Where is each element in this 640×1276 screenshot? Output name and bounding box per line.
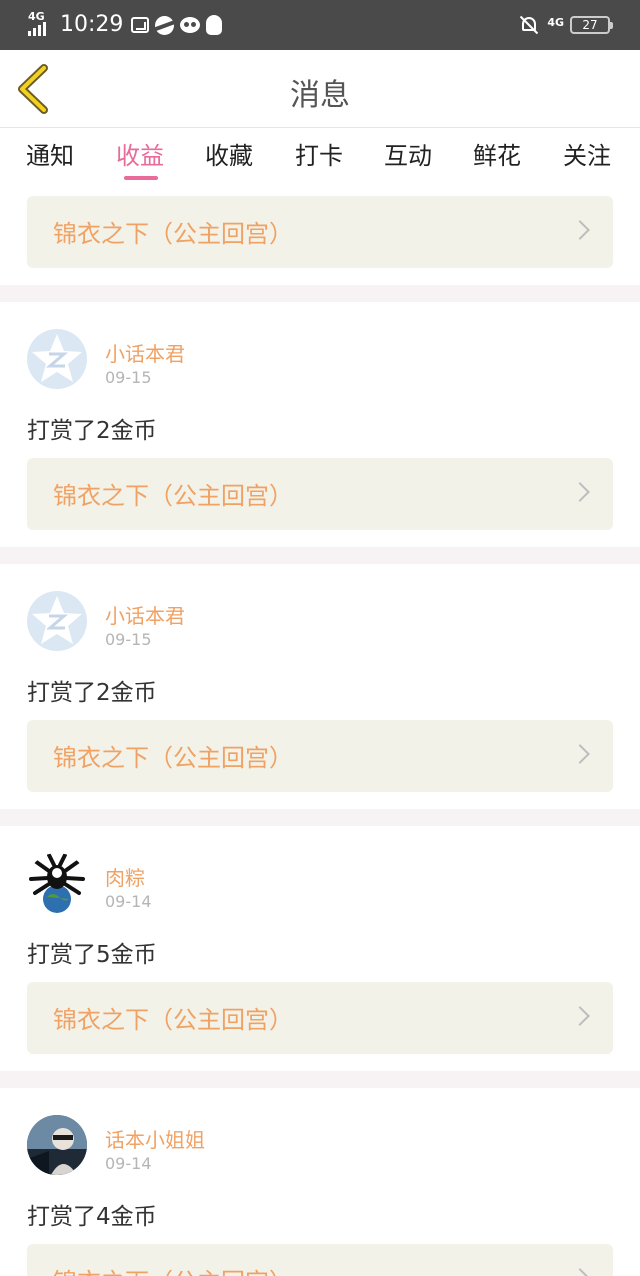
section-separator <box>0 1071 640 1088</box>
tab-notifications[interactable]: 通知 <box>26 136 74 171</box>
battery-level: 27 <box>582 18 598 32</box>
section-separator <box>0 809 640 826</box>
chevron-right-icon <box>570 220 590 240</box>
star-avatar-icon <box>32 596 82 644</box>
tab-bar: 通知 收益 收藏 打卡 互动 鲜花 关注 <box>0 128 640 184</box>
user-name[interactable]: 肉粽 <box>105 862 145 891</box>
mask-icon <box>180 17 201 33</box>
tab-follow[interactable]: 关注 <box>563 136 611 171</box>
section-separator <box>0 285 640 302</box>
battery-icon: 27 <box>570 16 613 34</box>
user-name[interactable]: 小话本君 <box>105 600 185 629</box>
chevron-right-icon <box>570 482 590 502</box>
avatar[interactable] <box>27 853 87 913</box>
tab-checkin[interactable]: 打卡 <box>295 136 343 171</box>
planet-icon <box>155 15 175 35</box>
network-label-right: 4G <box>547 15 564 29</box>
reward-text: 打赏了2金币 <box>27 418 157 444</box>
mute-bell-icon <box>519 15 539 35</box>
status-right: 4G 27 <box>519 10 613 40</box>
book-link[interactable]: 锦衣之下（公主回宫） <box>27 720 613 792</box>
post-date: 09-15 <box>105 368 152 387</box>
book-title: 锦衣之下（公主回宫） <box>53 744 293 772</box>
app-header: 消息 <box>0 50 640 128</box>
book-title: 锦衣之下（公主回宫） <box>53 220 293 248</box>
book-title: 锦衣之下（公主回宫） <box>53 482 293 510</box>
photo-avatar-icon <box>27 1115 87 1175</box>
post-date: 09-14 <box>105 892 152 911</box>
book-link[interactable]: 锦衣之下（公主回宫） <box>27 196 613 268</box>
book-title: 锦衣之下（公主回宫） <box>53 1262 293 1276</box>
avatar[interactable] <box>27 1115 87 1175</box>
section-separator <box>0 547 640 564</box>
status-bar: 4G 10:29 4G 27 <box>0 0 640 50</box>
star-avatar-icon <box>32 334 82 382</box>
post-date: 09-15 <box>105 630 152 649</box>
chevron-right-icon <box>570 744 590 764</box>
image-icon <box>131 17 150 33</box>
user-name[interactable]: 话本小姐姐 <box>105 1124 205 1153</box>
tab-earnings[interactable]: 收益 <box>116 136 164 171</box>
avatar[interactable] <box>27 329 87 389</box>
qq-icon <box>206 15 223 35</box>
reward-text: 打赏了2金币 <box>27 680 157 706</box>
status-time: 10:29 <box>60 12 124 37</box>
book-link[interactable]: 锦衣之下（公主回宫） <box>27 982 613 1054</box>
book-title: 锦衣之下（公主回宫） <box>53 1006 293 1034</box>
tab-flowers[interactable]: 鲜花 <box>473 136 521 171</box>
reward-text: 打赏了5金币 <box>27 942 157 968</box>
book-link[interactable]: 锦衣之下（公主回宫） <box>27 1244 613 1276</box>
chevron-right-icon <box>570 1268 590 1276</box>
status-left: 4G 10:29 <box>26 10 228 40</box>
signal-icon: 4G <box>26 10 52 38</box>
user-name[interactable]: 小话本君 <box>105 338 185 367</box>
tab-favorites[interactable]: 收藏 <box>205 136 253 171</box>
active-tab-indicator <box>124 176 158 180</box>
avatar[interactable] <box>27 591 87 651</box>
tab-interaction[interactable]: 互动 <box>384 136 432 171</box>
reward-text: 打赏了4金币 <box>27 1204 157 1230</box>
page-title: 消息 <box>290 78 350 113</box>
book-link[interactable]: 锦衣之下（公主回宫） <box>27 458 613 530</box>
post-date: 09-14 <box>105 1154 152 1173</box>
chevron-right-icon <box>570 1006 590 1026</box>
bug-globe-avatar-icon <box>29 853 85 913</box>
